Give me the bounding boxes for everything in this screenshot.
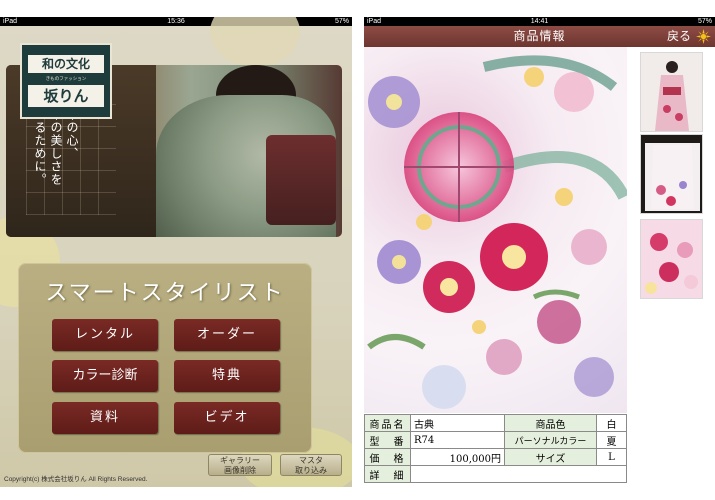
gallery-delete-button[interactable]: ギャラリー 画像削除 <box>208 454 272 476</box>
clock: 14:41 <box>530 18 549 25</box>
battery-level: 57% <box>334 18 349 25</box>
table-row: 型 番 R74 パーソナルカラー 夏 <box>364 431 627 449</box>
kimono-front-icon[interactable] <box>640 134 703 214</box>
logo-line-3: 坂りん <box>28 85 104 107</box>
status-bar: iPad 14:41 57% <box>364 17 715 26</box>
carrier-label: iPad <box>367 18 382 25</box>
copyright-text: Copyright(c) 株式会社坂りん All Rights Reserved… <box>4 476 148 483</box>
benefits-button[interactable]: 特典 <box>174 360 280 392</box>
color-label: 商品色 <box>504 414 597 432</box>
size-value: L <box>596 448 627 466</box>
page-title: 商品情報 <box>513 29 566 43</box>
home-screen: iPad 15:36 57% 日本の心、 日本の美しさを 伝えるために。 和の文… <box>0 17 352 487</box>
product-info-table: 商品名 古典 商品色 白 型 番 R74 パーソナルカラー 夏 価 格 100,… <box>364 414 627 483</box>
materials-button[interactable]: 資料 <box>52 402 158 434</box>
color-value: 白 <box>596 414 627 432</box>
price-value: 100,000円 <box>410 448 505 466</box>
table-row: 商品名 古典 商品色 白 <box>364 414 627 432</box>
name-label: 商品名 <box>364 414 411 432</box>
model-value: R74 <box>410 431 505 449</box>
master-fetch-line-2: 取り込み <box>295 466 327 475</box>
carrier-label: iPad <box>3 18 18 25</box>
kimono-full-icon[interactable] <box>640 52 703 132</box>
floral-pattern <box>367 55 627 409</box>
gallery-delete-line-2: 画像削除 <box>224 466 256 475</box>
menu-panel: スマートスタイリスト レンタル オーダー カラー診断 特典 資料 ビデオ <box>18 263 312 453</box>
color-diagnosis-button[interactable]: カラー診断 <box>52 360 158 392</box>
flower-decoration <box>210 17 300 67</box>
kimono-pattern-photo[interactable] <box>364 47 627 413</box>
table-row: 詳 細 <box>364 465 627 483</box>
order-button[interactable]: オーダー <box>174 319 280 351</box>
sun-flower-icon[interactable] <box>696 29 711 44</box>
rental-button[interactable]: レンタル <box>52 319 158 351</box>
clock: 15:36 <box>167 18 185 25</box>
master-fetch-line-1: マスタ <box>299 456 323 465</box>
master-fetch-button[interactable]: マスタ 取り込み <box>280 454 342 476</box>
product-screen: iPad 14:41 57% 商品情報 戻る 商品名 古典 商品色 白 型 番 … <box>364 17 715 487</box>
panel-title: スマートスタイリスト <box>45 281 285 306</box>
table-row: 価 格 100,000円 サイズ L <box>364 448 627 466</box>
back-button[interactable]: 戻る <box>667 26 691 47</box>
video-button[interactable]: ビデオ <box>174 402 280 434</box>
personal-color-value: 夏 <box>596 431 627 449</box>
price-label: 価 格 <box>364 448 411 466</box>
logo-line-2: きものファッション <box>45 77 87 82</box>
nav-bar: 商品情報 戻る <box>364 26 715 47</box>
personal-color-label: パーソナルカラー <box>504 431 597 449</box>
obi-shape <box>266 135 336 225</box>
kimono-pattern-icon[interactable] <box>640 219 703 299</box>
name-value: 古典 <box>410 414 505 432</box>
model-label: 型 番 <box>364 431 411 449</box>
battery-level: 57% <box>697 18 712 25</box>
gallery-delete-line-1: ギャラリー <box>220 456 260 465</box>
brand-logo: 和の文化 きものファッション 坂りん <box>20 43 112 119</box>
size-label: サイズ <box>504 448 597 466</box>
detail-label: 詳 細 <box>364 465 411 483</box>
logo-line-1: 和の文化 <box>28 55 104 73</box>
detail-value <box>410 465 627 483</box>
